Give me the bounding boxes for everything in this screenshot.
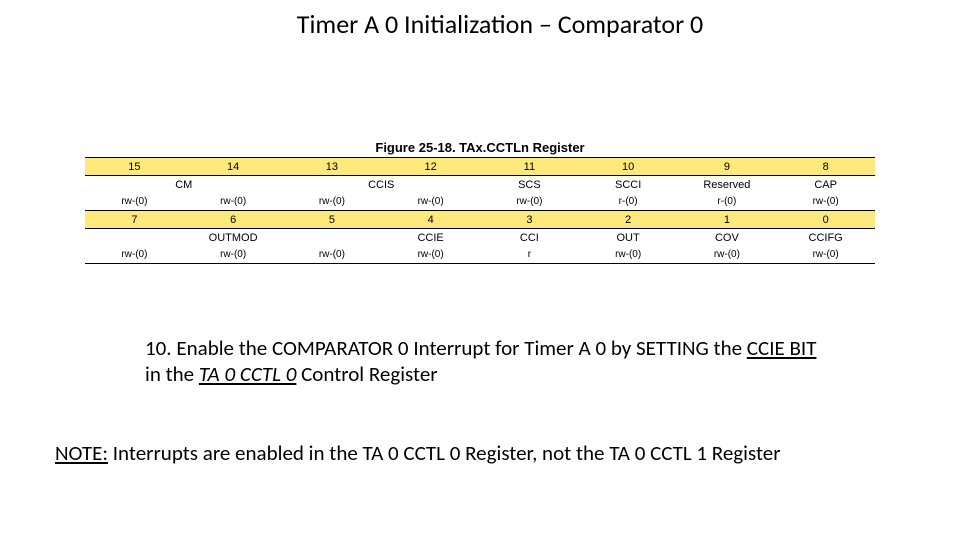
- rw-cell: r: [480, 246, 579, 264]
- table-row: 15 14 13 12 11 10 9 8: [85, 158, 875, 176]
- field-name: CCIE: [381, 229, 480, 247]
- rw-cell: rw-(0): [85, 246, 184, 264]
- field-name: COV: [678, 229, 777, 247]
- rw-cell: r-(0): [579, 193, 678, 211]
- field-name: CCIS: [283, 176, 481, 194]
- rw-cell: r-(0): [678, 193, 777, 211]
- note-text: NOTE: Interrupts are enabled in the TA 0…: [55, 440, 925, 466]
- register-figure: Figure 25-18. TAx.CCTLn Register 15 14 1…: [85, 140, 875, 264]
- register-table: 15 14 13 12 11 10 9 8 CM CCIS SCS SCCI R…: [85, 157, 875, 264]
- step-text: 10. Enable the COMPARATOR 0 Interrupt fo…: [145, 335, 825, 388]
- table-row: 7 6 5 4 3 2 1 0: [85, 211, 875, 229]
- bit-number: 3: [480, 211, 579, 229]
- step-part: Control Register: [296, 361, 437, 387]
- field-name: SCCI: [579, 176, 678, 194]
- field-name: OUTMOD: [85, 229, 381, 247]
- field-name: CM: [85, 176, 283, 194]
- bit-number: 2: [579, 211, 678, 229]
- step-part-register: TA 0 CCTL 0: [199, 361, 296, 387]
- rw-cell: rw-(0): [184, 246, 283, 264]
- figure-caption: Figure 25-18. TAx.CCTLn Register: [85, 140, 875, 155]
- bit-number: 12: [381, 158, 480, 176]
- rw-cell: rw-(0): [776, 193, 875, 211]
- bit-number: 6: [184, 211, 283, 229]
- rw-cell: rw-(0): [480, 193, 579, 211]
- bit-number: 11: [480, 158, 579, 176]
- bit-number: 4: [381, 211, 480, 229]
- table-row: rw-(0) rw-(0) rw-(0) rw-(0) r rw-(0) rw-…: [85, 246, 875, 264]
- field-name: OUT: [579, 229, 678, 247]
- bit-number: 1: [678, 211, 777, 229]
- bit-number: 15: [85, 158, 184, 176]
- field-name: CCIFG: [776, 229, 875, 247]
- bit-number: 5: [283, 211, 382, 229]
- bit-number: 14: [184, 158, 283, 176]
- bit-number: 10: [579, 158, 678, 176]
- step-part: Enable the COMPARATOR 0 Interrupt for Ti…: [172, 335, 747, 361]
- rw-cell: rw-(0): [381, 193, 480, 211]
- rw-cell: rw-(0): [678, 246, 777, 264]
- table-row: CM CCIS SCS SCCI Reserved CAP: [85, 176, 875, 194]
- rw-cell: rw-(0): [184, 193, 283, 211]
- rw-cell: rw-(0): [283, 193, 382, 211]
- rw-cell: rw-(0): [381, 246, 480, 264]
- page-title: Timer A 0 Initialization – Comparator 0: [40, 0, 960, 40]
- table-row: OUTMOD CCIE CCI OUT COV CCIFG: [85, 229, 875, 247]
- step-part-underline: CCIE BIT: [747, 335, 817, 361]
- bit-number: 8: [776, 158, 875, 176]
- bit-number: 0: [776, 211, 875, 229]
- rw-cell: rw-(0): [579, 246, 678, 264]
- step-number: 10.: [145, 335, 172, 361]
- field-name: CCI: [480, 229, 579, 247]
- field-name: CAP: [776, 176, 875, 194]
- note-label: NOTE:: [55, 440, 108, 466]
- bit-number: 7: [85, 211, 184, 229]
- field-name: SCS: [480, 176, 579, 194]
- rw-cell: rw-(0): [283, 246, 382, 264]
- step-part: in the: [145, 361, 199, 387]
- rw-cell: rw-(0): [776, 246, 875, 264]
- bit-number: 9: [678, 158, 777, 176]
- table-row: rw-(0) rw-(0) rw-(0) rw-(0) rw-(0) r-(0)…: [85, 193, 875, 211]
- rw-cell: rw-(0): [85, 193, 184, 211]
- field-name: Reserved: [678, 176, 777, 194]
- bit-number: 13: [283, 158, 382, 176]
- note-body: Interrupts are enabled in the TA 0 CCTL …: [108, 440, 781, 466]
